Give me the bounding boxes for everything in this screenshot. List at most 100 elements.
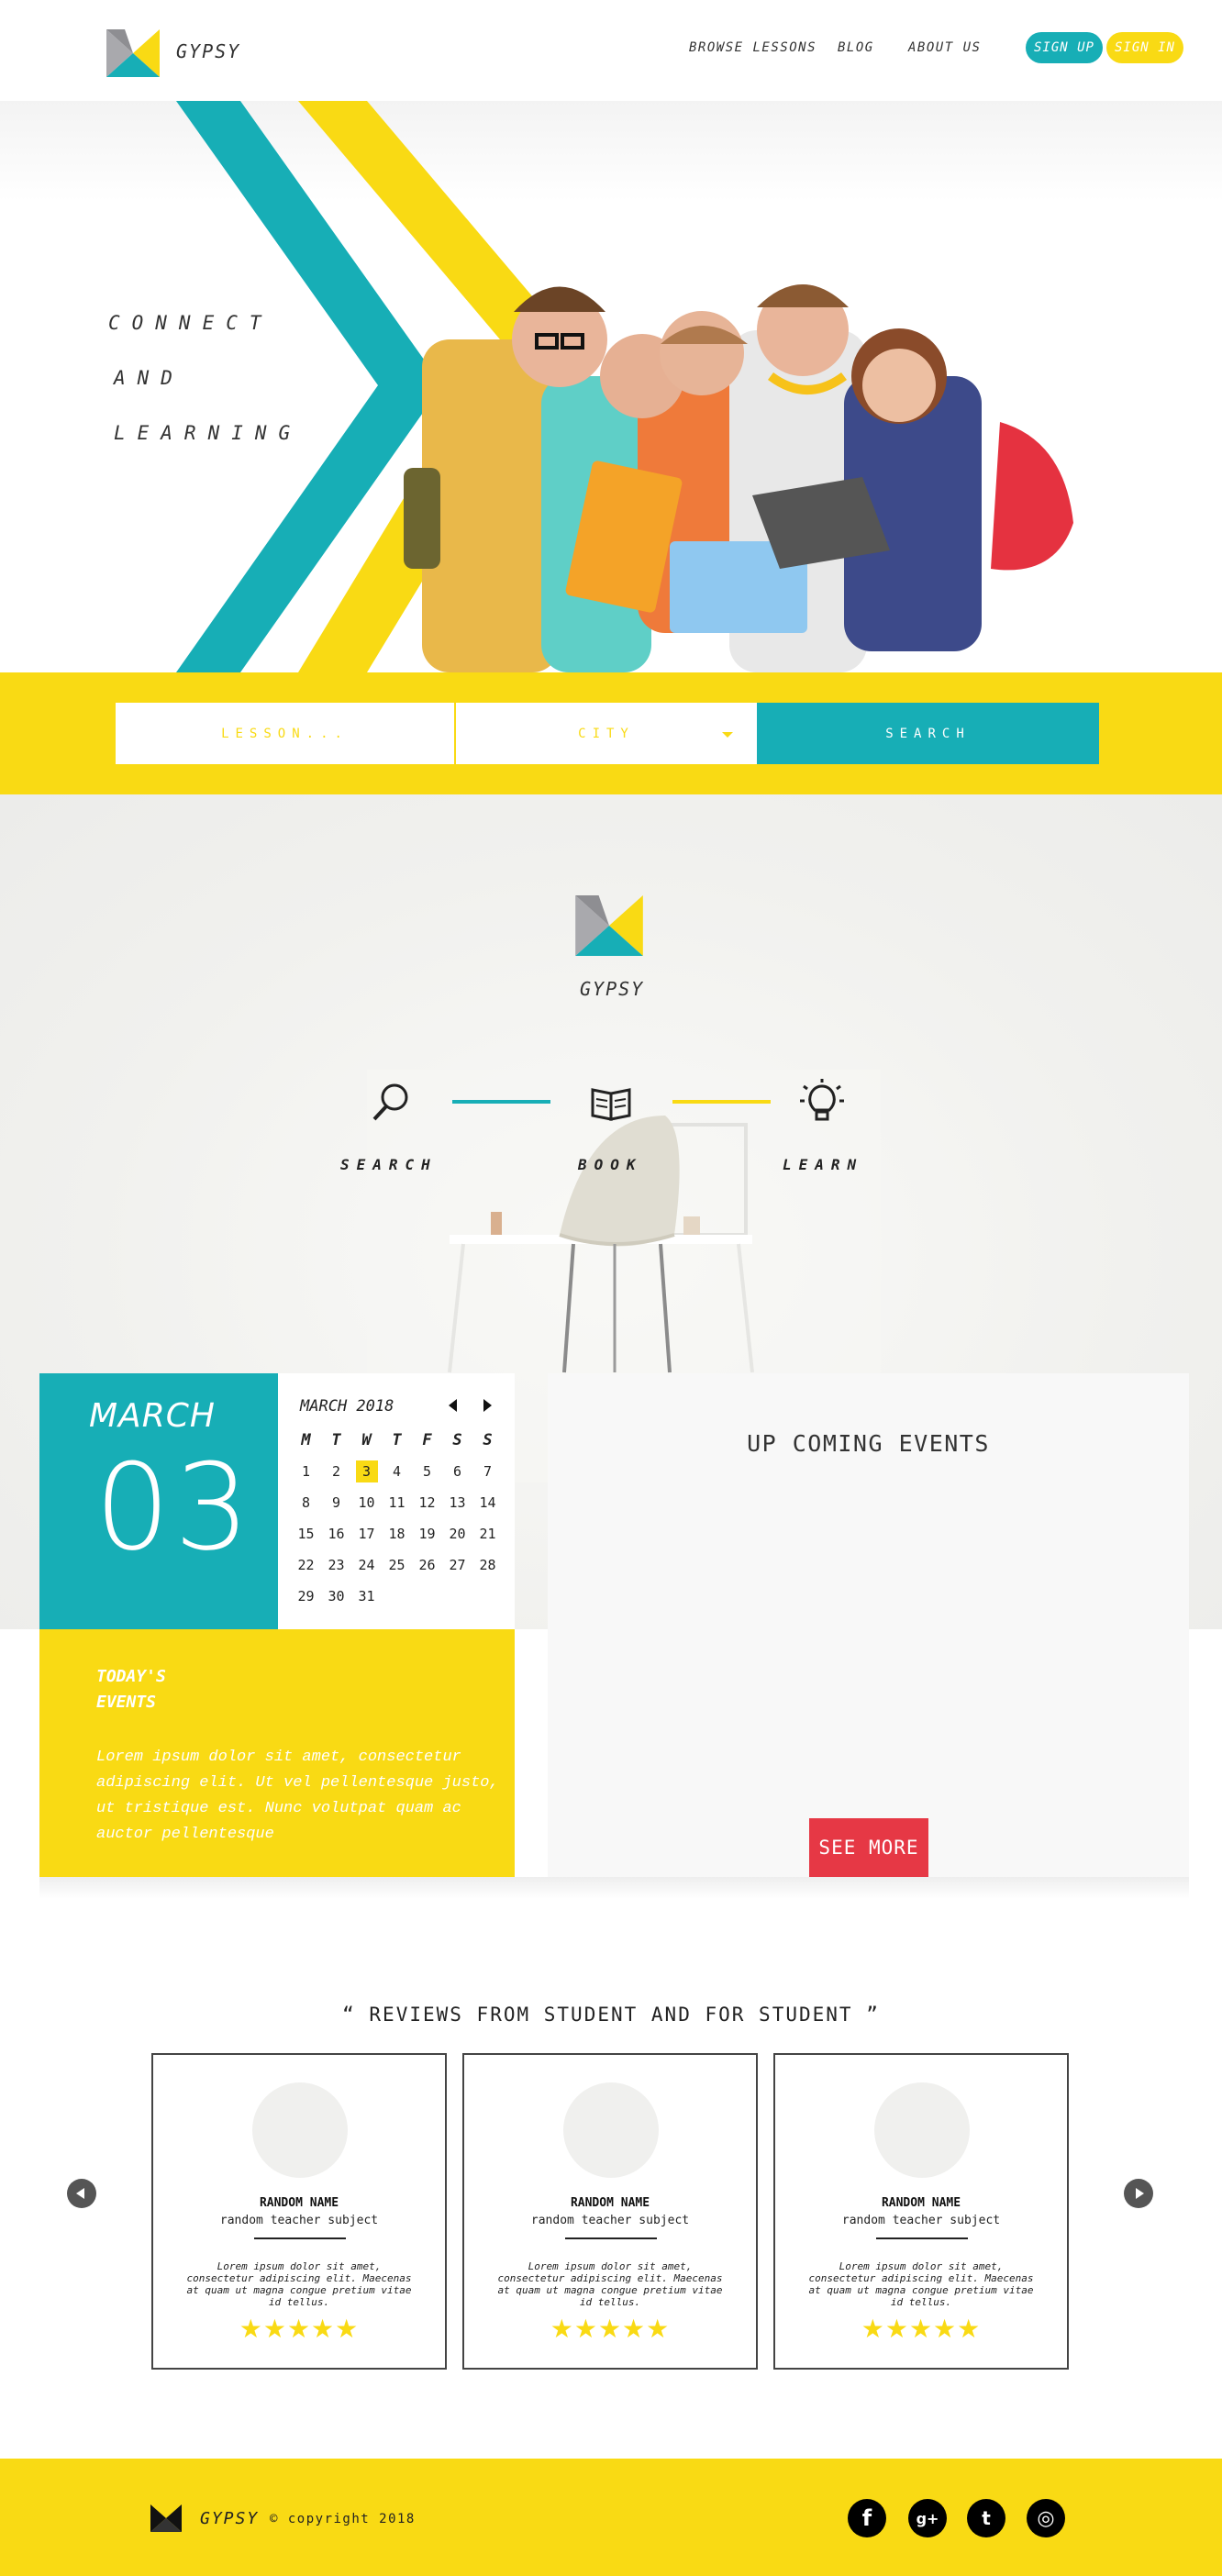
- divider: [876, 2237, 968, 2239]
- date-day: 03: [94, 1438, 254, 1577]
- step-connector-teal: [452, 1100, 550, 1104]
- calendar-day[interactable]: 18: [382, 1526, 412, 1542]
- calendar-day[interactable]: 11: [382, 1494, 412, 1511]
- gypsy-logo-icon[interactable]: [106, 29, 160, 77]
- current-date-box: MARCH 03: [39, 1373, 278, 1629]
- site-header: GYPSY BROWSE LESSONS BLOG ABOUT US SIGN …: [0, 0, 1222, 101]
- calendar-day[interactable]: 31: [351, 1588, 382, 1604]
- carousel-next-arrow-icon[interactable]: [1124, 2179, 1153, 2208]
- avatar: [252, 2082, 348, 2178]
- calendar-day[interactable]: 9: [321, 1494, 351, 1511]
- calendar-day[interactable]: 12: [412, 1494, 442, 1511]
- divider: [565, 2237, 657, 2239]
- calendar-day[interactable]: 6: [442, 1463, 472, 1480]
- step-label-search: SEARCH: [340, 1156, 438, 1173]
- review-text: Lorem ipsum dolor sit amet, consectetur …: [808, 2260, 1034, 2308]
- calendar-day[interactable]: 22: [291, 1557, 321, 1573]
- review-card: RANDOM NAME random teacher subject Lorem…: [773, 2053, 1069, 2370]
- reviewer-name: RANDOM NAME: [881, 2196, 961, 2210]
- star-rating-icon: ★★★★★: [861, 2314, 982, 2344]
- calendar-day[interactable]: 13: [442, 1494, 472, 1511]
- calendar-widget: MARCH 2018 M T W T F S S 1 2 3 4 5 6 7 8 9 10 11 12 13 14 15 1…: [278, 1373, 515, 1629]
- calendar-weekday: S: [483, 1431, 493, 1449]
- reviewer-name: RANDOM NAME: [259, 2196, 339, 2210]
- calendar-day[interactable]: 5: [412, 1463, 442, 1480]
- calendar-day[interactable]: 17: [351, 1526, 382, 1542]
- city-select[interactable]: CITY: [456, 703, 757, 764]
- calendar-day[interactable]: 23: [321, 1557, 351, 1573]
- calendar-grid: M T W T F S S 1 2 3 4 5 6 7 8 9 10 11 12 13 14 15 16 17 18 19 20 21…: [291, 1425, 507, 1612]
- divider: [254, 2237, 346, 2239]
- calendar-prev-arrow-icon[interactable]: [449, 1399, 457, 1412]
- instagram-icon[interactable]: ◎: [1027, 2499, 1065, 2537]
- facebook-icon[interactable]: f: [848, 2499, 886, 2537]
- calendar-day[interactable]: 25: [382, 1557, 412, 1573]
- gypsy-logo-icon[interactable]: [150, 2504, 182, 2532]
- copyright-text: © copyright 2018: [270, 2512, 416, 2526]
- reviews-title: “ REVIEWS FROM STUDENT AND FOR STUDENT ”: [342, 2004, 880, 2026]
- twitter-icon[interactable]: t: [967, 2499, 1005, 2537]
- calendar-weekday-row: MTWTFSS: [291, 1425, 507, 1456]
- step-label-book: BOOK: [578, 1156, 643, 1173]
- avatar: [563, 2082, 659, 2178]
- calendar-day[interactable]: 26: [412, 1557, 442, 1573]
- calendar-week-row: 1234567: [291, 1456, 507, 1487]
- sign-up-button[interactable]: SIGN UP: [1026, 32, 1103, 63]
- calendar-week-row: 8 9 10 11 12 13 14: [291, 1487, 507, 1518]
- calendar-day[interactable]: 1: [291, 1463, 321, 1480]
- brand-name: GYPSY: [176, 40, 241, 62]
- nav-blog[interactable]: BLOG: [838, 40, 874, 55]
- calendar-day[interactable]: 3: [355, 1460, 378, 1482]
- calendar-weekday: W: [361, 1431, 372, 1449]
- calendar-week-row: 15 16 17 18 19 20 21: [291, 1518, 507, 1549]
- calendar-day[interactable]: 4: [382, 1463, 412, 1480]
- lesson-input[interactable]: LESSON...: [116, 703, 454, 764]
- nav-browse-lessons[interactable]: BROWSE LESSONS: [689, 40, 817, 55]
- site-footer: GYPSY © copyright 2018 f g+ t ◎: [0, 2459, 1222, 2576]
- upcoming-events-panel: UP COMING EVENTS SEE MORE: [548, 1373, 1189, 1877]
- calendar-day[interactable]: 15: [291, 1526, 321, 1542]
- carousel-prev-arrow-icon[interactable]: [67, 2179, 96, 2208]
- review-text: Lorem ipsum dolor sit amet, consectetur …: [186, 2260, 412, 2308]
- gypsy-logo-icon: [575, 895, 643, 956]
- events-shadow: [39, 1877, 1189, 1899]
- calendar-day[interactable]: 29: [291, 1588, 321, 1604]
- calendar-day[interactable]: 20: [442, 1526, 472, 1542]
- calendar-weekday: T: [392, 1431, 402, 1449]
- avatar: [874, 2082, 970, 2178]
- calendar-day[interactable]: 21: [472, 1526, 503, 1542]
- calendar-day[interactable]: 8: [291, 1494, 321, 1511]
- step-label-learn: LEARN: [783, 1156, 864, 1173]
- calendar-weekday: M: [301, 1431, 311, 1449]
- calendar-day[interactable]: 16: [321, 1526, 351, 1542]
- hero-line-connect: CONNECT: [108, 312, 273, 334]
- calendar-day[interactable]: 2: [321, 1463, 351, 1480]
- calendar-day[interactable]: 14: [472, 1494, 503, 1511]
- sign-in-button[interactable]: SIGN IN: [1106, 32, 1183, 63]
- google-plus-icon[interactable]: g+: [908, 2499, 947, 2537]
- review-card: RANDOM NAME random teacher subject Lorem…: [151, 2053, 447, 2370]
- reviewer-subject: random teacher subject: [219, 2214, 379, 2227]
- calendar-week-row: 22 23 24 25 26 27 28: [291, 1549, 507, 1581]
- calendar-day[interactable]: 24: [351, 1557, 382, 1573]
- brand-name: GYPSY: [580, 978, 645, 1000]
- search-button[interactable]: SEARCH: [757, 703, 1099, 764]
- calendar-day[interactable]: 19: [412, 1526, 442, 1542]
- calendar-next-arrow-icon[interactable]: [483, 1399, 492, 1412]
- calendar-day[interactable]: 30: [321, 1588, 351, 1604]
- calendar-day[interactable]: 27: [442, 1557, 472, 1573]
- nav-about-us[interactable]: ABOUT US: [908, 40, 981, 55]
- footer-brand-name: GYPSY: [200, 2509, 260, 2528]
- calendar-weekday: S: [452, 1431, 462, 1449]
- todays-events-title: TODAY'S EVENTS: [96, 1667, 166, 1712]
- see-more-button[interactable]: SEE MORE: [809, 1818, 928, 1877]
- calendar-day[interactable]: 7: [472, 1463, 503, 1480]
- students-group-photo: [404, 284, 1073, 672]
- step-connector-yellow: [672, 1100, 771, 1104]
- hero-banner: CONNECT AND LEARNING: [0, 101, 1222, 672]
- calendar-day[interactable]: 28: [472, 1557, 503, 1573]
- magnifier-icon: [372, 1083, 408, 1121]
- calendar-month-title: MARCH 2018: [300, 1397, 394, 1416]
- calendar-day[interactable]: 10: [351, 1494, 382, 1511]
- calendar-weekday: F: [422, 1431, 432, 1449]
